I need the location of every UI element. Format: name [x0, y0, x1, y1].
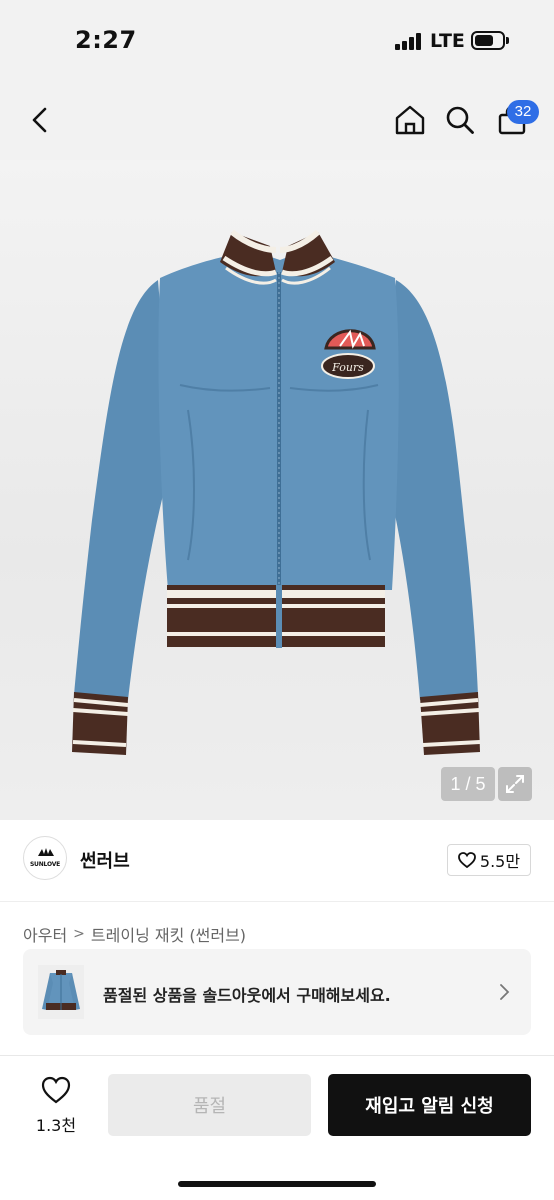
soldout-banner-text: 품절된 상품을 솔드아웃에서 구매해보세요. — [103, 986, 391, 1005]
wish-button[interactable]: 1.3천 — [28, 1076, 84, 1136]
breadcrumb: 아우터 > 트레이닝 재킷 (썬러브) — [23, 922, 246, 946]
product-image[interactable]: Fours 1 / 5 — [0, 160, 554, 820]
svg-text:Fours: Fours — [331, 361, 364, 374]
soldout-thumbnail — [38, 965, 84, 1019]
heart-icon — [41, 1076, 71, 1104]
soldout-banner[interactable]: 품절된 상품을 솔드아웃에서 구매해보세요. — [23, 949, 531, 1035]
back-icon — [32, 107, 47, 133]
restock-alert-button[interactable]: 재입고 알림 신청 — [328, 1074, 531, 1136]
breadcrumb-separator: > — [73, 926, 85, 942]
signal-icon — [395, 32, 423, 50]
home-button[interactable] — [388, 98, 432, 142]
cart-count-badge: 32 — [507, 100, 539, 124]
brand-like-button[interactable]: 5.5만 — [447, 844, 531, 876]
battery-icon — [471, 31, 505, 50]
search-button[interactable] — [438, 98, 482, 142]
jacket-illustration: Fours — [72, 229, 481, 755]
brand-name[interactable]: 썬러브 — [80, 847, 130, 873]
back-button[interactable] — [18, 98, 62, 142]
brand-logo[interactable]: SUNLOVE — [23, 836, 67, 880]
breadcrumb-product[interactable]: 트레이닝 재킷 (썬러브) — [91, 922, 246, 946]
expand-icon — [506, 775, 524, 793]
bottom-action-bar: 1.3천 품절 재입고 알림 신청 — [0, 1055, 554, 1200]
soldout-button: 품절 — [108, 1074, 311, 1136]
battery-tip — [506, 37, 509, 44]
brand-row: SUNLOVE 썬러브 5.5만 — [0, 820, 554, 902]
status-bar: 2:27 LTE — [0, 0, 554, 80]
brand-logo-mark — [38, 848, 54, 856]
nav-bar — [0, 80, 554, 160]
search-icon — [446, 106, 474, 134]
wish-count: 1.3천 — [35, 1116, 77, 1135]
brand-like-count: 5.5만 — [479, 852, 521, 871]
expand-button[interactable] — [498, 767, 532, 801]
brand-logo-text: SUNLOVE — [29, 860, 61, 868]
image-pager: 1 / 5 — [441, 767, 495, 801]
breadcrumb-category[interactable]: 아우터 — [23, 922, 67, 946]
home-indicator — [178, 1181, 376, 1187]
status-time: 2:27 — [75, 26, 137, 54]
network-label: LTE — [430, 30, 465, 52]
heart-icon — [458, 852, 476, 868]
home-icon — [395, 105, 425, 135]
chevron-right-icon — [500, 984, 510, 1000]
